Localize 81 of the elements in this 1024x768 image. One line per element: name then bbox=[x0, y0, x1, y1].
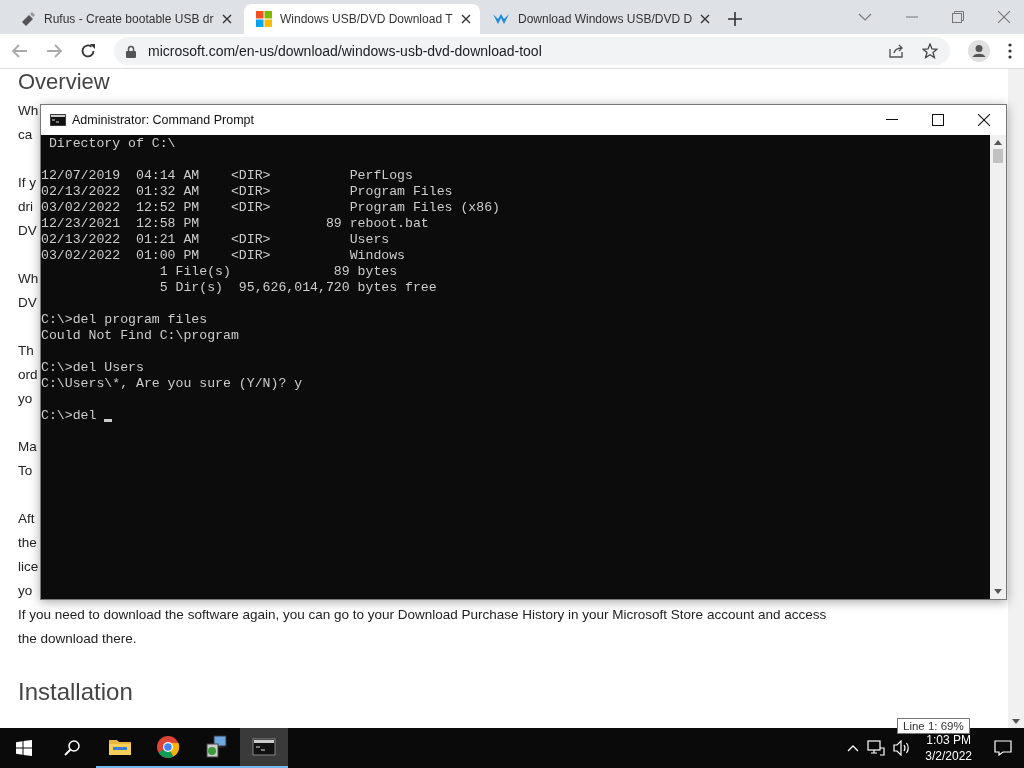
page-heading: Overview bbox=[18, 69, 110, 95]
text-cursor bbox=[104, 419, 113, 422]
console-line: C:\>del Users bbox=[41, 360, 144, 376]
menu-icon[interactable] bbox=[1008, 43, 1012, 59]
scroll-down-icon[interactable] bbox=[994, 589, 1002, 594]
page-text: the bbox=[18, 534, 37, 552]
network-icon[interactable] bbox=[867, 740, 886, 756]
scrollbar[interactable] bbox=[1008, 69, 1024, 728]
console-line: Directory of C:\ bbox=[47, 136, 176, 152]
page-text: DV bbox=[18, 222, 37, 240]
url-text: microsoft.com/en-us/download/windows-usb-dvd-download-tool bbox=[148, 43, 543, 59]
chevron-up-icon[interactable] bbox=[847, 744, 860, 752]
tab-title: Download Windows USB/DVD D bbox=[518, 12, 693, 26]
taskbar-app[interactable] bbox=[240, 728, 288, 768]
console-line: C:\>del bbox=[41, 408, 98, 424]
address-bar[interactable]: microsoft.com/en-us/download/windows-usb-dvd-download-tool bbox=[114, 37, 950, 65]
clock-time[interactable]: 1:03 PM bbox=[925, 732, 972, 748]
reload-icon[interactable] bbox=[80, 43, 96, 59]
page-text: Wh bbox=[18, 270, 39, 288]
console-icon bbox=[252, 735, 276, 759]
installer-icon bbox=[204, 735, 228, 759]
close-icon[interactable] bbox=[978, 114, 990, 126]
chrome-icon bbox=[156, 735, 180, 759]
share-icon[interactable] bbox=[888, 43, 904, 59]
browser-tab[interactable]: Windows USB/DVD Download T bbox=[244, 4, 480, 34]
section-heading: Installation bbox=[18, 677, 134, 707]
tab-title: Rufus - Create bootable USB dr bbox=[44, 12, 214, 26]
page-text: ca bbox=[18, 126, 33, 144]
star-icon[interactable] bbox=[922, 43, 938, 59]
lock-icon bbox=[126, 44, 136, 58]
page-text: dri bbox=[18, 198, 33, 216]
chevron-down-icon[interactable] bbox=[858, 13, 872, 21]
console-line: 1 File(s) 89 bytes bbox=[158, 264, 398, 280]
page-text: If y bbox=[18, 174, 36, 192]
page-text: If you need to download the software again, you can go to your Download Purchase History in your Microsoft Store account and access bbox=[18, 606, 827, 624]
page-text: Th bbox=[18, 342, 34, 360]
page-text: Wh bbox=[18, 102, 39, 120]
page-text: yo bbox=[18, 390, 33, 408]
browser-tab[interactable]: Rufus - Create bootable USB dr bbox=[8, 4, 244, 34]
console-line: Could Not Find C:\program bbox=[41, 328, 239, 344]
tab-title: Windows USB/DVD Download T bbox=[280, 12, 453, 26]
new-tab-icon[interactable] bbox=[728, 12, 742, 26]
search-icon[interactable] bbox=[64, 740, 80, 756]
clock-date[interactable]: 3/2/2022 bbox=[925, 748, 972, 764]
restore-icon[interactable] bbox=[952, 11, 964, 23]
scrollbar[interactable] bbox=[990, 135, 1006, 599]
console-line: 12/23/2021 12:58 PM 89 reboot.bat bbox=[41, 216, 429, 232]
usb-drive-icon bbox=[20, 11, 36, 27]
scroll-up-icon[interactable] bbox=[994, 140, 1002, 145]
windows-logo-icon bbox=[256, 11, 272, 27]
profile-icon[interactable] bbox=[968, 40, 990, 62]
minimize-icon[interactable] bbox=[886, 119, 898, 121]
maximize-icon[interactable] bbox=[932, 114, 944, 126]
console-line: 5 Dir(s) 95,626,014,720 bytes free bbox=[158, 280, 437, 296]
console-line: 02/13/2022 01:21 AM <DIR> Users bbox=[41, 232, 390, 248]
window-title: Administrator: Command Prompt bbox=[72, 113, 254, 127]
scroll-thumb[interactable] bbox=[993, 149, 1003, 163]
page-text: Ma bbox=[18, 438, 37, 456]
close-icon[interactable] bbox=[700, 14, 711, 24]
page-text: lice bbox=[18, 558, 39, 576]
notification-icon[interactable] bbox=[994, 740, 1012, 756]
close-icon[interactable] bbox=[460, 14, 471, 24]
console-line: C:\>del program files bbox=[41, 312, 208, 328]
volume-icon[interactable] bbox=[893, 740, 912, 756]
console-icon bbox=[50, 114, 66, 126]
page-text: ord bbox=[18, 366, 38, 384]
console-line: C:\Users\*, Are you sure (Y/N)? y bbox=[41, 376, 303, 392]
page-text: DV bbox=[18, 294, 37, 312]
browser-tab[interactable]: Download Windows USB/DVD D bbox=[480, 4, 716, 34]
page-text: yo bbox=[18, 582, 33, 600]
scroll-down-icon[interactable] bbox=[1012, 719, 1020, 724]
console-line: 12/07/2019 04:14 AM <DIR> PerfLogs bbox=[41, 168, 413, 184]
console-line: 02/13/2022 01:32 AM <DIR> Program Files bbox=[41, 184, 453, 200]
console-line: 03/02/2022 12:52 PM <DIR> Program Files (x86) bbox=[41, 200, 500, 216]
start-icon[interactable] bbox=[16, 740, 32, 756]
page-text: To bbox=[18, 462, 33, 480]
page-text: Aft bbox=[18, 510, 35, 528]
page-text: the download there. bbox=[18, 630, 137, 648]
console-line: 03/02/2022 01:00 PM <DIR> Windows bbox=[41, 248, 406, 264]
close-icon[interactable] bbox=[222, 14, 232, 24]
tooltip: Line 1: 69% bbox=[897, 718, 970, 734]
